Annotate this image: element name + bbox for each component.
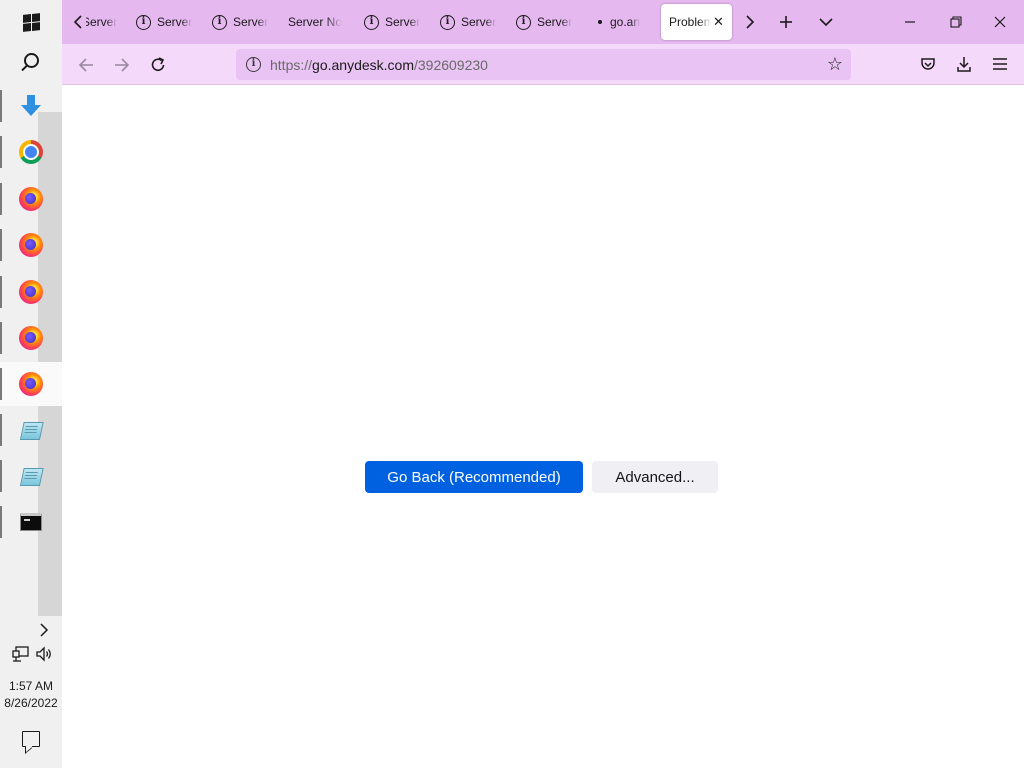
pocket-icon[interactable] xyxy=(918,54,938,74)
taskbar-app-notepad-1[interactable] xyxy=(0,408,62,452)
tab-label: Server xyxy=(461,15,497,29)
running-indicator xyxy=(0,90,2,122)
tab-label: Server xyxy=(157,15,193,29)
forward-arrow-icon[interactable] xyxy=(110,53,134,77)
advanced-button[interactable]: Advanced... xyxy=(592,461,718,493)
firefox-icon xyxy=(19,233,43,257)
tab-server-not-found[interactable]: Server No xyxy=(282,4,358,40)
url-prefix: https:// xyxy=(270,57,313,73)
taskbar-app-firefox-2[interactable] xyxy=(0,223,62,267)
tab-label: go.an xyxy=(610,15,641,29)
taskbar-app-firefox-3[interactable] xyxy=(0,270,62,314)
running-indicator xyxy=(0,414,2,446)
page-content: Go Back (Recommended) Advanced... xyxy=(62,85,1024,768)
address-bar[interactable]: i https://go.anydesk.com/392609230 ☆ xyxy=(236,49,851,80)
taskbar-clock[interactable]: 1:57 AM 8/26/2022 xyxy=(0,678,62,712)
go-back-recommended-button[interactable]: Go Back (Recommended) xyxy=(365,461,583,493)
tab-close-icon[interactable]: ✕ xyxy=(713,14,724,30)
firefox-window: Server i Server i Server Server No i Ser… xyxy=(62,0,1024,768)
action-center-notification-icon[interactable] xyxy=(22,731,40,747)
command-prompt-icon xyxy=(20,513,42,531)
running-indicator xyxy=(0,460,2,492)
taskbar-app-firefox-4[interactable] xyxy=(0,316,62,360)
firefox-icon xyxy=(19,372,43,396)
taskbar-app-firefox-5[interactable] xyxy=(0,362,62,406)
tab-server-6[interactable]: i Server xyxy=(510,4,586,40)
new-tab-plus-icon[interactable] xyxy=(776,12,796,32)
notepad-icon xyxy=(18,420,44,440)
search-icon xyxy=(23,52,39,68)
taskbar-app-firefox-1[interactable] xyxy=(0,177,62,221)
running-indicator xyxy=(0,276,2,308)
tab-server-4[interactable]: i Server xyxy=(358,4,434,40)
back-arrow-icon[interactable] xyxy=(74,53,98,77)
tab-scroll-left-icon[interactable] xyxy=(68,12,88,32)
tab-label: Server No xyxy=(288,15,343,29)
notepad-icon xyxy=(18,466,44,486)
tab-server-3[interactable]: i Server xyxy=(206,4,282,40)
minimize-icon[interactable] xyxy=(900,12,920,32)
taskbar-app-command-prompt[interactable] xyxy=(0,500,62,544)
restore-icon[interactable] xyxy=(946,12,966,32)
bookmark-star-icon[interactable]: ☆ xyxy=(825,54,845,74)
chrome-icon xyxy=(19,140,43,164)
info-icon: i xyxy=(516,14,531,30)
show-hidden-icons-chevron-icon[interactable] xyxy=(36,622,54,638)
taskbar-app-notepad-2[interactable] xyxy=(0,454,62,498)
url-path: /392609230 xyxy=(413,57,488,73)
list-all-tabs-chevron-down-icon[interactable] xyxy=(816,12,836,32)
site-info-icon[interactable]: i xyxy=(246,57,261,72)
info-icon: i xyxy=(136,14,151,30)
firefox-icon xyxy=(19,187,43,211)
running-indicator xyxy=(0,136,2,168)
url-text[interactable]: https://go.anydesk.com/392609230 xyxy=(270,57,488,73)
close-window-icon[interactable] xyxy=(990,12,1010,32)
info-icon: i xyxy=(440,14,455,30)
running-indicator xyxy=(0,183,2,215)
tab-go-anydesk[interactable]: go.an xyxy=(586,4,662,40)
loading-dot-icon xyxy=(598,20,602,24)
url-host: go.anydesk.com xyxy=(312,57,414,73)
info-icon: i xyxy=(364,14,379,30)
volume-icon[interactable] xyxy=(36,646,54,662)
tab-server-5[interactable]: i Server xyxy=(434,4,510,40)
running-indicator xyxy=(0,322,2,354)
running-indicator xyxy=(0,506,2,538)
running-indicator xyxy=(0,229,2,261)
tab-scroll-right-icon[interactable] xyxy=(740,12,760,32)
tab-label: Server xyxy=(86,15,118,29)
clock-time: 1:57 AM xyxy=(8,679,54,693)
taskbar-app-chrome[interactable] xyxy=(0,130,62,174)
network-icon[interactable] xyxy=(12,646,30,662)
tab-strip: Server i Server i Server Server No i Ser… xyxy=(62,0,1024,44)
tab-problem-selected[interactable]: Problem ✕ xyxy=(661,4,732,40)
taskbar-search-button[interactable] xyxy=(0,38,62,82)
tab-label: Server xyxy=(537,15,573,29)
info-icon: i xyxy=(212,14,227,30)
taskbar-app-downloads[interactable] xyxy=(0,84,62,128)
firefox-icon xyxy=(19,326,43,350)
windows-taskbar: 1:57 AM 8/26/2022 xyxy=(0,0,62,768)
clock-date: 8/26/2022 xyxy=(4,696,58,710)
running-indicator xyxy=(0,368,2,400)
windows-start-icon xyxy=(22,12,40,32)
firefox-icon xyxy=(19,280,43,304)
tab-label: Problem xyxy=(669,15,711,29)
tab-label: Server xyxy=(385,15,421,29)
reload-icon[interactable] xyxy=(146,53,170,77)
download-arrow-icon xyxy=(21,95,41,117)
hamburger-menu-icon[interactable] xyxy=(990,54,1010,74)
tab-server-2[interactable]: i Server xyxy=(130,4,206,40)
downloads-icon[interactable] xyxy=(954,54,974,74)
tab-label: Server xyxy=(233,15,269,29)
